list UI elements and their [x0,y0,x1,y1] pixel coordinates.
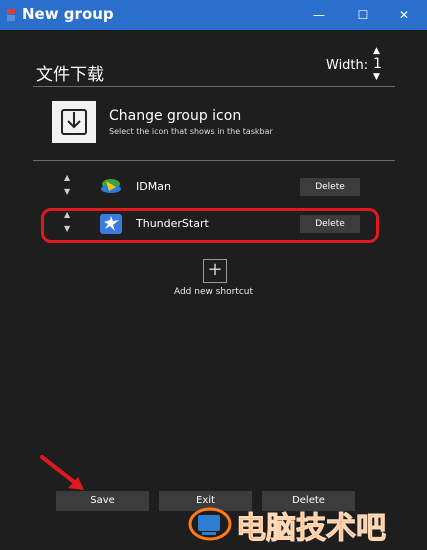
watermark-logo-icon [188,507,232,541]
group-icon-button[interactable] [52,101,96,143]
group-name-underline [33,86,395,87]
shortcut-row-idman: ▲ ▼ IDMan Delete [40,169,380,207]
move-down-icon[interactable]: ▼ [64,187,70,196]
app-icon [7,9,15,21]
maximize-button[interactable]: ☐ [340,0,386,30]
width-increase-arrow-icon[interactable]: ▲ [373,46,380,56]
minimize-button[interactable]: — [296,0,342,30]
section-divider [33,160,395,161]
idman-icon [101,179,121,193]
change-group-icon-subtitle: Select the icon that shows in the taskba… [109,127,273,136]
group-name-input[interactable]: 文件下载 [36,60,104,85]
red-arrow-icon [40,455,84,490]
add-shortcut-label[interactable]: Add new shortcut [0,287,427,297]
highlight-annotation [41,208,379,243]
save-button[interactable]: Save [56,491,149,511]
shortcut-label: IDMan [136,180,171,193]
width-label: Width: [326,58,369,73]
move-up-icon[interactable]: ▲ [64,173,70,182]
delete-shortcut-button[interactable]: Delete [300,178,360,196]
width-decrease-arrow-icon[interactable]: ▼ [373,72,380,82]
reorder-handle[interactable]: ▲ ▼ [64,173,74,203]
watermark-text: 电脑技术吧 [236,511,387,547]
change-group-icon-title[interactable]: Change group icon [109,108,241,124]
watermark: 电脑技术吧 [188,501,422,547]
title-bar: New group — ☐ ✕ [0,0,427,30]
width-value: 1 [373,56,382,72]
window-title: New group [22,5,114,23]
download-icon [61,109,87,135]
close-button[interactable]: ✕ [381,0,427,30]
add-shortcut-icon[interactable]: + [203,259,227,283]
